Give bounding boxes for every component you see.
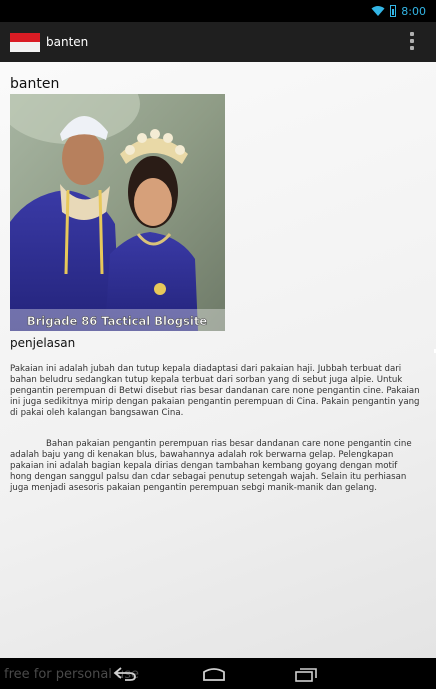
wedding-couple-photo: Brigade 86 Tactical Blogsite <box>10 94 225 331</box>
section-title: penjelasan <box>10 336 76 350</box>
indonesia-flag-icon <box>10 32 40 52</box>
status-time: 8:00 <box>401 4 426 18</box>
back-icon[interactable] <box>113 667 137 681</box>
recent-apps-icon[interactable] <box>294 666 318 682</box>
navigation-bar: free for personal use <box>0 658 436 689</box>
content-area: banten Brigade 86 Tactical Blogsite penj… <box>0 62 436 658</box>
photo-watermark: Brigade 86 Tactical Blogsite <box>27 314 207 328</box>
description-paragraph-1: Pakaian ini adalah jubah dan tutup kepal… <box>10 364 420 418</box>
action-bar-title: banten <box>46 35 89 49</box>
home-icon[interactable] <box>200 667 228 681</box>
wifi-icon <box>371 6 385 16</box>
description-paragraph-2-text: Bahan pakaian pengantin perempuan rias b… <box>10 439 412 493</box>
page-title: banten <box>10 76 60 92</box>
status-bar: 8:00 <box>0 0 436 22</box>
action-bar: banten <box>0 22 436 62</box>
more-vert-icon[interactable] <box>410 32 414 50</box>
description-paragraph-2: Bahan pakaian pengantin perempuan rias b… <box>10 439 420 494</box>
battery-icon <box>390 5 397 17</box>
